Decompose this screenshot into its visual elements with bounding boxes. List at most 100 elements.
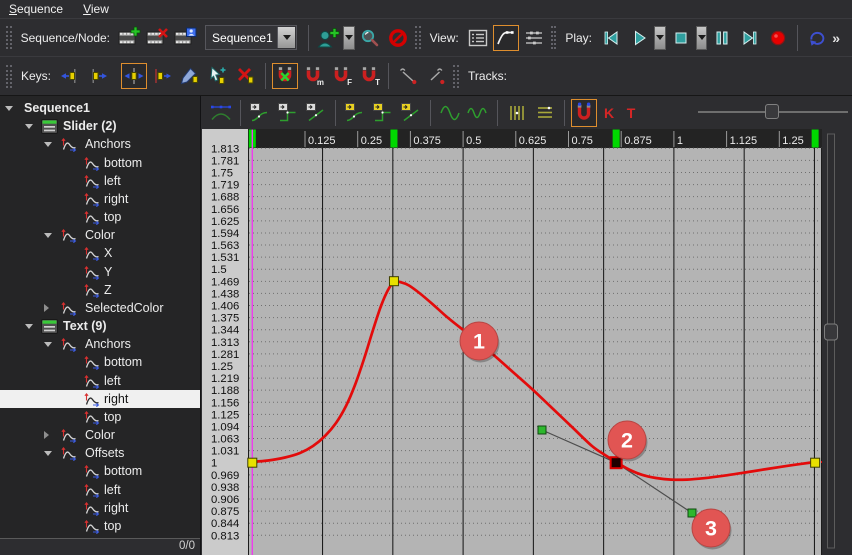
sequence-combo[interactable]: Sequence1 [205,25,298,50]
record-button[interactable] [765,25,791,51]
linear-in-button[interactable] [398,99,424,127]
chevron-collapsed-icon[interactable] [44,431,49,439]
keyframe-marker[interactable] [810,457,821,468]
toolbar-grip[interactable] [414,26,421,49]
snap-frames-button[interactable]: F [328,63,354,89]
tangent-out-button[interactable] [423,63,449,89]
chevron-expanded-icon[interactable] [44,142,52,147]
find-node-button[interactable] [357,25,383,51]
edit-key-button[interactable] [177,63,203,89]
ease-in-button[interactable] [342,99,368,127]
tree-item-slider-2[interactable]: Slider (2) [0,117,200,135]
toolbar-overflow-button[interactable]: » [832,30,840,46]
loop-button[interactable] [804,25,830,51]
show-vertical-grid-button[interactable] [504,99,530,127]
view-curves-button[interactable] [492,24,519,51]
smooth-curve-button[interactable] [437,99,463,127]
tree-item-color[interactable]: Color [0,226,200,244]
chevron-expanded-icon[interactable] [44,233,52,238]
tangent-in-button[interactable] [395,63,421,89]
key-step-button[interactable] [149,63,175,89]
step-out-button[interactable] [275,99,301,127]
add-node-button[interactable] [315,25,341,51]
chevron-expanded-icon[interactable] [5,106,13,111]
remove-node-button[interactable] [385,25,411,51]
menu-view[interactable]: View [83,2,109,16]
toolbar-grip[interactable] [6,26,12,49]
assign-sequence-button[interactable] [172,25,198,51]
node-options-dropdown[interactable] [343,25,355,50]
tree-item-right[interactable]: right [0,390,200,408]
chevron-expanded-icon[interactable] [44,451,52,456]
step-in-button[interactable] [370,99,396,127]
keyframe-marker[interactable] [388,276,399,287]
skip-end-icon [738,26,762,50]
key-navigate-both-button[interactable] [121,63,148,89]
snap-disable-button[interactable] [272,63,299,89]
tree-item-bottom[interactable]: bottom [0,353,200,371]
view-dopesheet-button[interactable] [521,25,547,51]
tangent-handle[interactable] [687,508,697,518]
go-to-start-button[interactable] [598,25,624,51]
tree-item-top[interactable]: top [0,208,200,226]
snap-markers-button[interactable]: m [300,63,326,89]
keyframe-marker[interactable] [247,457,258,468]
menu-sequence[interactable]: Sequence [9,2,63,16]
chevron-collapsed-icon[interactable] [44,304,49,312]
keys-toolbar: Keys: m F T Tracks: [0,57,852,96]
delete-sequence-button[interactable] [144,25,170,51]
show-keys-button[interactable]: K [599,100,619,126]
show-tangents-button[interactable]: T [621,100,641,126]
delete-key-button[interactable] [233,63,259,89]
stop-button[interactable] [668,25,694,51]
tree-item-x[interactable]: X [0,244,200,262]
tree-item-top[interactable]: top [0,408,200,426]
next-key-button[interactable] [85,63,111,89]
toolbar-grip[interactable] [453,64,460,88]
ease-out-button[interactable] [247,99,273,127]
add-key-button[interactable] [205,63,231,89]
tree-item-y[interactable]: Y [0,263,200,281]
tree-item-anchors[interactable]: Anchors [0,135,200,153]
tree-item-selectedcolor[interactable]: SelectedColor [0,299,200,317]
pause-button[interactable] [709,25,735,51]
toolbar-grip[interactable] [6,64,12,88]
go-to-end-button[interactable] [737,25,763,51]
curve-editor-canvas[interactable]: 1.8131.7811.751.7191.6881.6561.6251.5941… [202,129,852,555]
zoom-slider-thumb[interactable] [765,104,779,119]
linear-out-button[interactable] [303,99,329,127]
tree-item-bottom[interactable]: bottom [0,154,200,172]
tree-item-bottom[interactable]: bottom [0,462,200,480]
play-options-dropdown[interactable] [654,25,666,50]
tree-item-text-9[interactable]: Text (9) [0,317,200,335]
tree-item-left[interactable]: left [0,481,200,499]
chevron-expanded-icon[interactable] [25,124,33,129]
snap-time-button[interactable]: T [356,63,382,89]
tree-item-left[interactable]: left [0,172,200,190]
toolbar-grip[interactable] [550,26,557,49]
tree-item-top[interactable]: top [0,517,200,535]
curve-plot-area[interactable] [248,148,822,555]
chevron-expanded-icon[interactable] [44,342,52,347]
view-list-button[interactable] [465,25,491,51]
chevron-expanded-icon[interactable] [25,324,33,329]
smooth-all-button[interactable] [465,99,491,127]
add-sequence-button[interactable] [116,25,142,51]
tree-item-right[interactable]: right [0,499,200,517]
tree-item-left[interactable]: left [0,372,200,390]
tree-item-offsets[interactable]: Offsets [0,444,200,462]
tree-item-color[interactable]: Color [0,426,200,444]
tangent-handle[interactable] [537,425,547,435]
prev-key-button[interactable] [57,63,83,89]
tree-item-z[interactable]: Z [0,281,200,299]
show-horizontal-grid-button[interactable] [532,99,558,127]
flatten-tangents-button[interactable] [208,99,234,127]
chevron-down-icon[interactable] [277,27,296,48]
vertical-zoom-slider-thumb[interactable] [824,323,838,341]
stop-options-dropdown[interactable] [695,25,708,50]
snap-keys-curve-button[interactable] [571,98,597,127]
tree-item-right[interactable]: right [0,190,200,208]
play-button[interactable] [626,25,652,51]
tree-item-anchors[interactable]: Anchors [0,335,200,353]
tree-item-sequence1[interactable]: Sequence1 [0,99,200,117]
